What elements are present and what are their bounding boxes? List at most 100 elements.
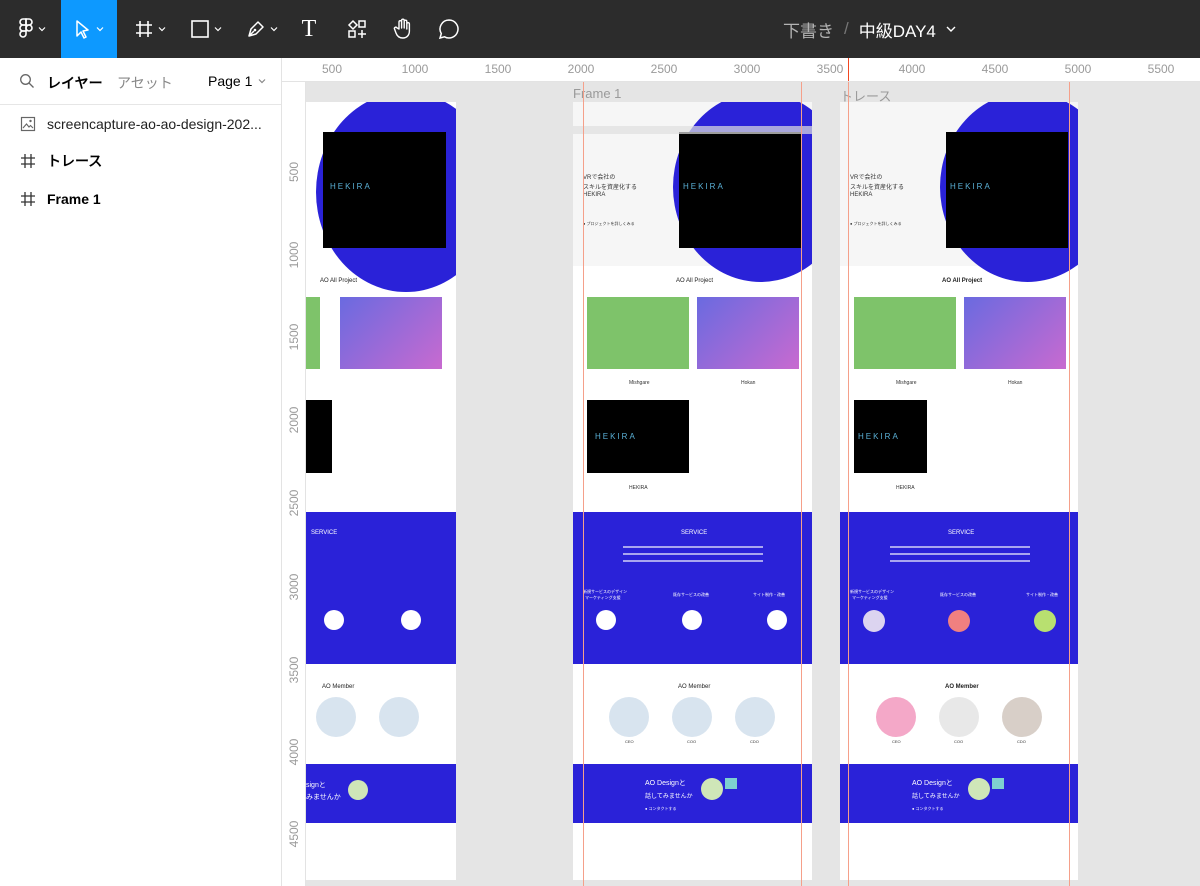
frame-hash-icon [136,21,152,37]
cta-link: ● コンタクトする [645,806,677,811]
project-card-hokan [964,297,1066,369]
tab-assets[interactable]: アセット [117,73,173,93]
frame-hash-icon [21,154,35,168]
brand-logo: HEKIRA [683,182,725,191]
service-icon [863,610,885,632]
search-icon[interactable] [19,73,35,89]
cta-text: AO Designと [912,780,953,787]
ruler-tick: 1500 [287,323,301,351]
shape-tool-button[interactable] [181,0,231,58]
ruler-tick: 3000 [733,62,761,76]
hero-line: スキルを資産化する [583,185,638,191]
comment-tool-button[interactable] [431,0,467,58]
ruler-tick: 1000 [401,62,429,76]
service-title: SERVICE [681,530,708,536]
panel-tabs: レイヤー アセット Page 1 [0,58,281,105]
member-avatar [609,697,649,737]
project-name[interactable]: 下書き [783,17,834,42]
ruler-tick: 2000 [287,406,301,434]
member-role: CEO [625,739,634,744]
layer-item-screencapture[interactable]: screencapture-ao-ao-design-202... [0,106,281,142]
tab-layers[interactable]: レイヤー [47,73,103,93]
chevron-down-icon[interactable] [946,25,956,33]
hero-line: VRで会社の [850,175,883,181]
member-avatar [1002,697,1042,737]
vertical-ruler[interactable]: 500 1000 1500 2000 2500 3000 3500 4000 4… [282,82,306,886]
project-name: Mishgare [896,380,917,386]
brand-logo: HEKIRA [950,182,992,191]
service-name: マーケティング支援 [852,595,888,600]
screencapture-image[interactable]: HEKIRA AO All Project SERVICE AO Member … [306,102,456,880]
page-select[interactable]: Page 1 [208,73,266,89]
hero-link: ● プロジェクトを詳しくみる [583,221,635,226]
project-card-mishgare [306,297,320,369]
pen-tool-button[interactable] [237,0,287,58]
cta-text: signと [306,782,326,789]
trace-frame[interactable]: HEKIRA VRで会社の スキルを資産化する HEKIRA ● プロジェクトを… [840,102,1078,880]
service-icon [324,610,344,630]
cta-text: 話してみませんか [912,794,960,800]
project-name: Hokan [1008,380,1023,386]
horizontal-ruler[interactable]: 500 1000 1500 2000 2500 3000 3500 4000 4… [282,58,1200,82]
hero-line: HEKIRA [850,192,873,198]
toolbar: T 下書き / 中級DAY4 [0,0,1200,58]
cta-link: ● コンタクトする [912,806,944,811]
member-title: AO Member [322,684,355,690]
member-avatar [672,697,712,737]
brand-logo: HEKIRA [330,182,372,191]
hand-icon [393,18,411,39]
frame-tool-button[interactable] [125,0,175,58]
member-title: AO Member [678,684,711,690]
chevron-down-icon [96,27,104,32]
project-name: HEKIRA [896,485,915,491]
cursor-arrow-icon [76,20,89,39]
selection-marker [848,58,849,81]
pen-icon [248,21,264,37]
question-bubble-icon [992,778,1004,789]
mascot-icon [348,780,368,800]
frame-1[interactable]: HEKIRA VRで会社の スキルを資産化する HEKIRA ● プロジェクトを… [573,102,812,880]
layer-item-frame1[interactable]: Frame 1 [0,181,281,217]
frame-hash-icon [21,192,35,206]
document-title[interactable]: 下書き / 中級DAY4 [783,0,956,58]
project-name: Mishgare [629,380,650,386]
layout-guide [1069,82,1070,886]
canvas[interactable]: HEKIRA AO All Project SERVICE AO Member … [306,82,1200,886]
member-role: CDO [750,739,759,744]
layer-item-trace[interactable]: トレース [0,143,281,179]
frame1-label[interactable]: Frame 1 [573,86,621,101]
member-avatar [735,697,775,737]
plugins-icon [347,19,366,38]
mascot-icon [968,778,990,800]
rectangle-icon [191,20,209,38]
service-text [890,546,1030,548]
chevron-down-icon [258,79,266,84]
cta-text: 話してみませんか [645,794,693,800]
ruler-tick: 3500 [816,62,844,76]
move-tool-button[interactable] [61,0,117,58]
member-title: AO Member [945,684,979,690]
text-tool-button[interactable]: T [291,0,327,58]
ruler-tick: 1000 [287,241,301,269]
ruler-tick: 2000 [567,62,595,76]
ruler-tick: 4000 [898,62,926,76]
project-card-mishgare [854,297,956,369]
member-role: COO [687,739,697,744]
service-name: マーケティング支援 [585,595,621,600]
mascot-icon [701,778,723,800]
ruler-tick: 4500 [287,820,301,848]
layout-guide [583,82,584,886]
ruler-tick: 500 [321,62,343,76]
projects-title: AO All Project [942,278,983,284]
ruler-tick: 5000 [1064,62,1092,76]
service-icon [401,610,421,630]
layer-label: screencapture-ao-ao-design-202... [47,116,262,132]
project-card-hokan [697,297,799,369]
layer-label: トレース [47,153,103,169]
plugins-tool-button[interactable] [339,0,375,58]
file-name[interactable]: 中級DAY4 [859,17,936,42]
figma-menu-button[interactable] [6,0,58,58]
service-icon [948,610,970,632]
hand-tool-button[interactable] [385,0,421,58]
project-card-hekira [306,400,332,473]
